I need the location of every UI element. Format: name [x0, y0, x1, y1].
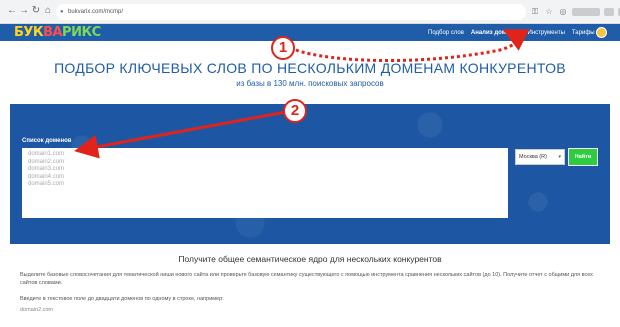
annotation-arrow-1: [295, 29, 530, 63]
annotation-badge-1: 1: [271, 36, 295, 60]
annotation-arrows: [74, 29, 530, 159]
annotation-badge-2: 2: [283, 99, 307, 123]
annotation-arrow-2: [74, 110, 287, 159]
